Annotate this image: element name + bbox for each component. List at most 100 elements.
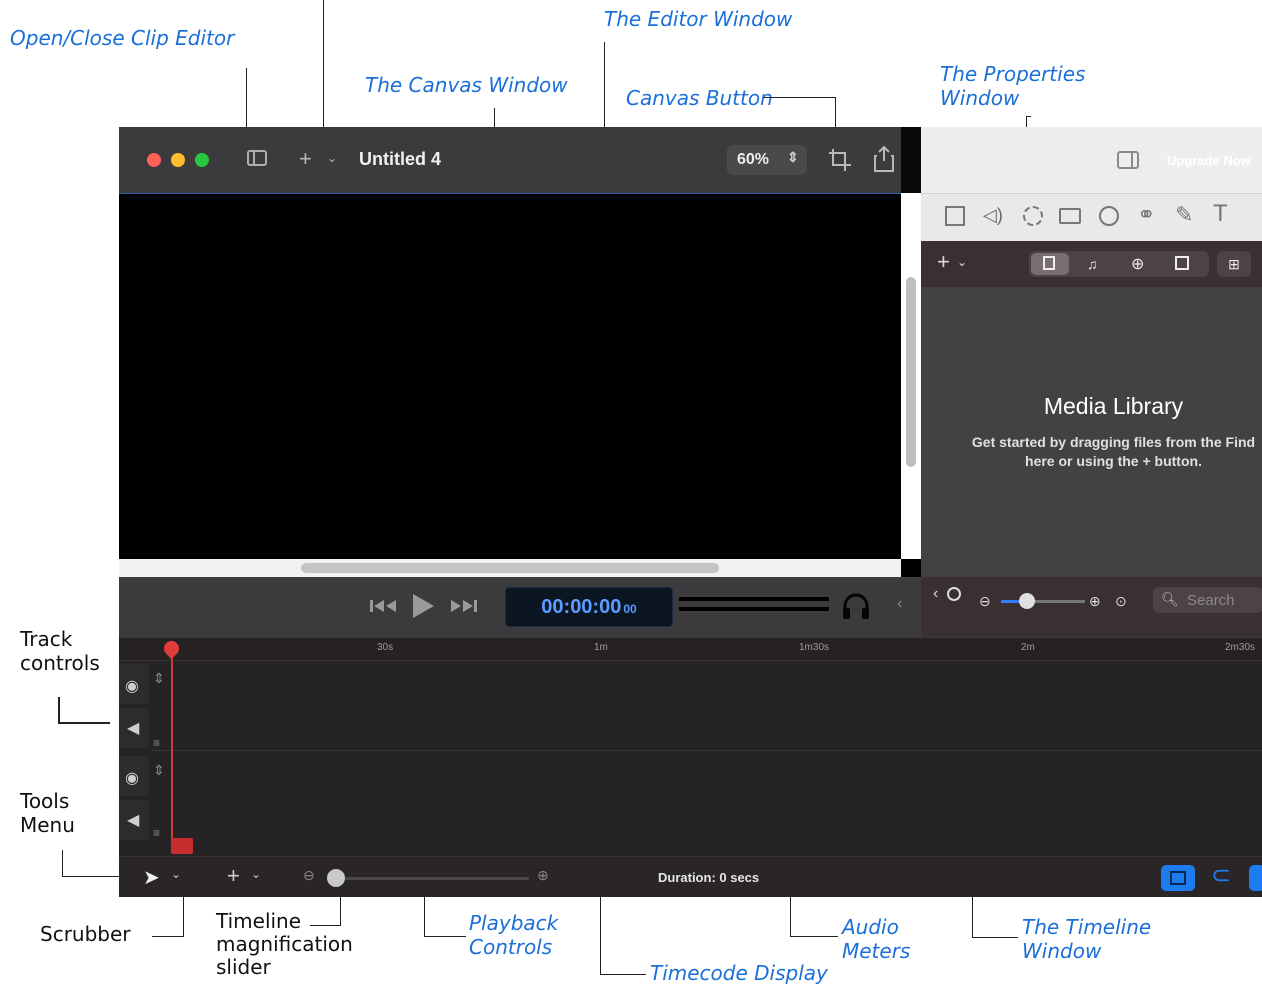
zoom-select[interactable]: 60% ⇕ [727, 145, 807, 175]
stepper-icon: ⇕ [787, 149, 799, 165]
cursor-icon[interactable] [1099, 206, 1119, 226]
properties-window: Upgrade Now ◁) ⚭ ✎ T + ⌄ ♫ ⊕ ⊞ Media Lib… [921, 127, 1262, 637]
library-add-icon[interactable]: + [937, 249, 950, 275]
callout-playback-controls: Playback Controls [469, 911, 559, 959]
text-icon[interactable]: T [1213, 200, 1228, 228]
callout-scrubber: Scrubber [40, 922, 131, 946]
zoom-in-icon[interactable]: ⊕ [1089, 593, 1101, 610]
callout-audio-meters: Audio Meters [842, 915, 911, 963]
reorder-icon[interactable]: ⇕ [153, 762, 165, 779]
leader-line [1026, 116, 1031, 117]
titlebar: + ⌄ Untitled 4 60% ⇕ [119, 127, 901, 193]
chevron-down-icon[interactable]: ⌄ [171, 867, 181, 881]
clip-icon[interactable] [945, 206, 965, 226]
add-track-icon[interactable]: + [227, 863, 240, 889]
leader-line [764, 97, 836, 98]
zoom-window-button[interactable] [195, 153, 209, 167]
audio-meter-left [679, 597, 829, 601]
audio-icon[interactable]: ◁) [983, 205, 1003, 226]
library-zoom-knob[interactable] [1019, 593, 1035, 609]
globe-icon[interactable]: ⊕ [1131, 254, 1144, 274]
more-button[interactable] [1249, 865, 1262, 891]
annotation-icon[interactable]: ✎ [1175, 202, 1193, 228]
track-area[interactable]: ◉ ⇕ ◀ ≡ ◉ ⇕ ◀ ≡ [119, 660, 1262, 856]
eye-icon[interactable]: ◉ [125, 768, 139, 788]
timeline-window: 30s 1m 1m30s 2m 2m30s ◉ ⇕ ◀ ≡ ◉ ⇕ ◀ ≡ ➤ … [119, 637, 1262, 897]
share-icon[interactable] [873, 145, 895, 173]
chevron-down-icon[interactable]: ⌄ [251, 867, 261, 881]
chevron-down-icon[interactable]: ⌄ [327, 151, 337, 165]
library-footer: ‹ ⊖ ⊕ ⊙ 🔍︎ Search [921, 577, 1262, 637]
collapse-chevron-icon[interactable]: ‹ [897, 595, 902, 613]
magnet-icon[interactable]: ⊂ [1211, 861, 1231, 890]
callout-timeline-slider: Timeline magnification slider [216, 909, 353, 979]
more-icon[interactable]: ⊙ [1115, 593, 1127, 610]
screen-icon[interactable] [1059, 208, 1081, 224]
effects-icon[interactable]: ⚭ [1137, 202, 1155, 228]
grid-icon[interactable] [1175, 256, 1189, 270]
canvas-vertical-scrollbar[interactable] [906, 277, 916, 467]
close-window-button[interactable] [147, 153, 161, 167]
reorder-icon[interactable]: ⇕ [153, 670, 165, 687]
inspector-toggle-icon[interactable] [1117, 151, 1139, 169]
headphones-icon[interactable] [841, 591, 871, 621]
scrubber-line[interactable] [171, 648, 173, 848]
titlebar-divider [901, 127, 921, 193]
add-icon[interactable]: + [299, 146, 312, 172]
search-placeholder: Search [1187, 592, 1235, 609]
arrow-tool-icon[interactable]: ➤ [143, 865, 160, 890]
callout-timeline-window: The Timeline Window [1022, 915, 1152, 963]
app-window: + ⌄ Untitled 4 60% ⇕ 00:00:00 00 ‹ Upgra… [119, 127, 1262, 897]
timeline-ruler[interactable]: 30s 1m 1m30s 2m 2m30s [119, 638, 1262, 661]
track-audio-control: ◀ [119, 708, 149, 748]
image-view-button[interactable] [1161, 865, 1195, 891]
scrubber-end-marker[interactable] [171, 838, 193, 854]
search-icon: 🔍︎ [1161, 591, 1179, 607]
callout-editor-window: The Editor Window [604, 7, 793, 31]
timeline-zoom-track[interactable] [329, 877, 529, 880]
skip-forward-icon[interactable] [450, 597, 478, 615]
leader-line [62, 850, 63, 876]
properties-header: Upgrade Now [921, 127, 1262, 193]
library-header: + ⌄ ♫ ⊕ ⊞ [921, 241, 1262, 287]
speaker-icon[interactable]: ◀ [127, 718, 139, 738]
ruler-tick: 30s [377, 642, 394, 653]
speaker-icon[interactable]: ◀ [127, 810, 139, 830]
callout-track-controls: Track controls [20, 627, 100, 675]
ruler-tick: 1m [594, 642, 608, 653]
menu-icon[interactable]: ≡ [153, 826, 160, 840]
speed-icon[interactable] [1023, 206, 1043, 226]
chevron-down-icon[interactable]: ⌄ [957, 255, 967, 269]
back-icon[interactable]: ‹ [933, 585, 938, 603]
zoom-in-icon[interactable]: ⊕ [537, 867, 549, 884]
menu-icon[interactable]: ≡ [153, 736, 160, 750]
minimize-window-button[interactable] [171, 153, 185, 167]
leader-line [58, 722, 110, 724]
canvas-viewport[interactable] [119, 193, 901, 560]
audio-meter-right [679, 607, 829, 611]
search-field[interactable]: 🔍︎ Search [1153, 587, 1262, 613]
leader-line [323, 0, 324, 135]
upgrade-button[interactable]: Upgrade Now [1167, 153, 1251, 168]
media-library[interactable]: Media Library Get started by dragging fi… [921, 287, 1262, 577]
timeline-footer: ➤ ⌄ + ⌄ ⊖ ⊕ Duration: 0 secs ⊂ [119, 856, 1262, 897]
crop-icon[interactable] [827, 147, 853, 173]
skip-back-icon[interactable] [369, 597, 397, 615]
view-mode-icon[interactable]: ⊞ [1217, 251, 1251, 277]
properties-toolbar: ◁) ⚭ ✎ T [921, 193, 1262, 242]
leader-line [604, 42, 605, 140]
timecode-display: 00:00:00 00 [505, 587, 673, 627]
zoom-out-icon[interactable]: ⊖ [303, 867, 315, 884]
zoom-out-icon[interactable]: ⊖ [979, 593, 991, 610]
duration-label: Duration: 0 secs [658, 870, 760, 885]
playback-bar: 00:00:00 00 ‹ [119, 577, 921, 637]
clip-editor-toggle-icon[interactable] [247, 150, 267, 166]
callout-timecode-display: Timecode Display [650, 961, 828, 985]
play-icon[interactable] [410, 592, 436, 620]
music-icon[interactable]: ♫ [1087, 256, 1098, 272]
canvas-horizontal-scrollbar[interactable] [301, 563, 719, 573]
timecode-frames: 00 [623, 602, 637, 616]
filter-icon[interactable] [947, 587, 961, 601]
eye-icon[interactable]: ◉ [125, 676, 139, 696]
timeline-zoom-knob[interactable] [327, 869, 345, 887]
